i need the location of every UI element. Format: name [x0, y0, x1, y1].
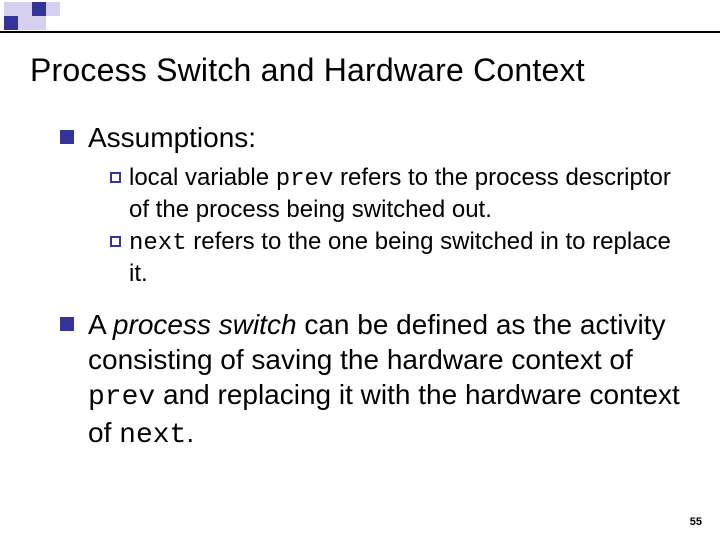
page-number: 55: [690, 516, 702, 528]
sub-bullet-next: next refers to the one being switched in…: [110, 227, 680, 289]
code-next: next: [129, 230, 187, 257]
code-next: next: [119, 420, 186, 451]
bullet-definition: A process switch can be defined as the a…: [60, 307, 680, 453]
sub-bullet-list: local variable prev refers to the proces…: [110, 163, 680, 289]
text-fragment: local variable: [129, 164, 276, 191]
deco-square: [32, 2, 46, 16]
code-prev: prev: [88, 382, 155, 413]
deco-square: [18, 16, 32, 30]
text-fragment: refers to the one being switched in to r…: [129, 228, 671, 287]
corner-decoration: [0, 0, 720, 32]
sub-bullet-text: local variable prev refers to the proces…: [129, 163, 680, 225]
deco-square: [32, 16, 46, 30]
text-fragment: .: [186, 417, 194, 448]
hollow-square-bullet-icon: [110, 172, 121, 183]
slide-body: Assumptions: local variable prev refers …: [60, 120, 680, 461]
slide-title: Process Switch and Hardware Context: [30, 52, 585, 89]
deco-square: [4, 2, 18, 16]
text-fragment: A: [88, 309, 113, 340]
square-bullet-icon: [60, 130, 74, 144]
deco-square: [18, 2, 32, 16]
bullet-assumptions: Assumptions:: [60, 120, 680, 155]
sub-bullet-prev: local variable prev refers to the proces…: [110, 163, 680, 225]
square-bullet-icon: [60, 317, 74, 331]
deco-square: [4, 16, 18, 30]
horizontal-rule: [0, 31, 720, 33]
bullet-text: Assumptions:: [88, 120, 256, 155]
sub-bullet-text: next refers to the one being switched in…: [129, 227, 680, 289]
deco-square: [46, 2, 60, 16]
italic-term: process switch: [113, 309, 297, 340]
bullet-text: A process switch can be defined as the a…: [88, 307, 680, 453]
code-prev: prev: [276, 166, 334, 193]
hollow-square-bullet-icon: [110, 236, 121, 247]
